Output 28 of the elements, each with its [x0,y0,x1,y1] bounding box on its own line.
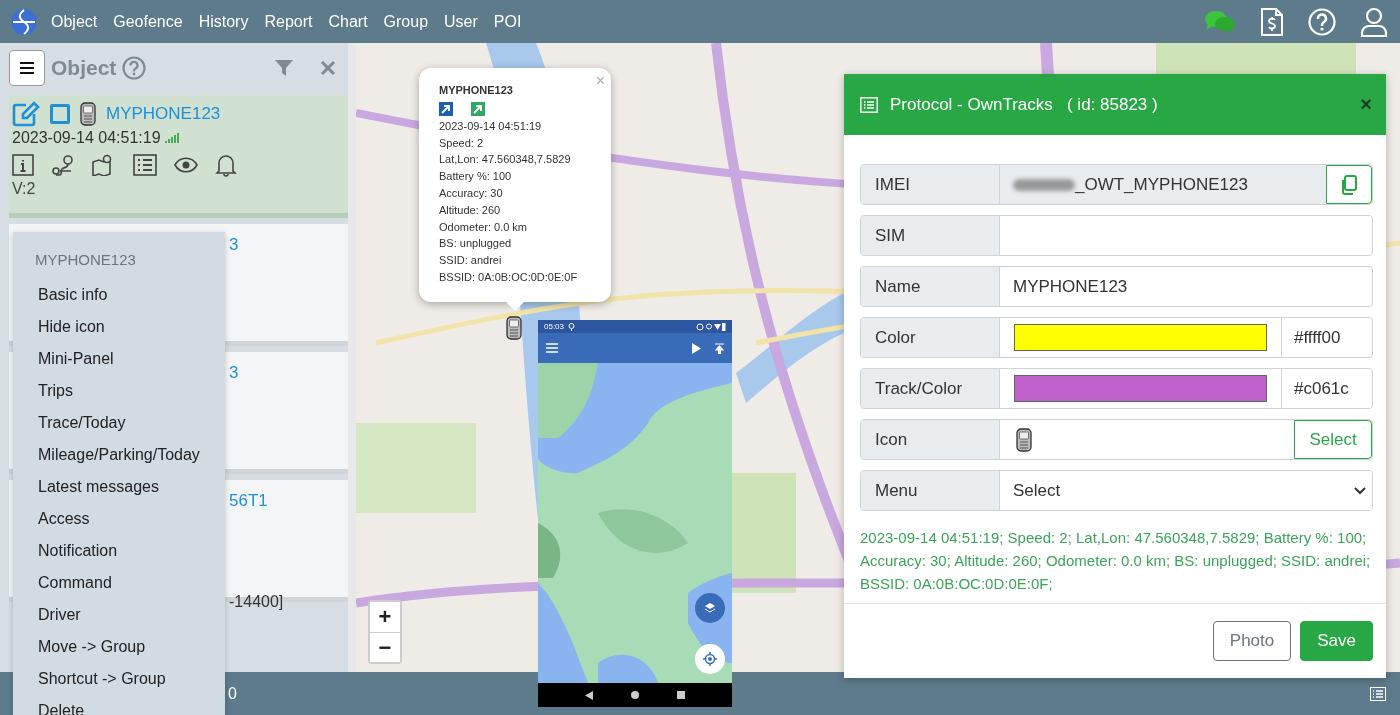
menu-item[interactable]: Latest messages [13,471,184,503]
menu-item[interactable]: Driver [13,599,106,631]
nav-menu-item[interactable]: Object [48,12,101,31]
object-card[interactable]: MYPHONE123 2023-09-14 04:51:19 V:2 [9,95,348,218]
nav-menu-item[interactable]: User [441,12,481,31]
menu-item[interactable]: Access [13,503,115,535]
menu-item[interactable]: Shortcut -> Group [13,663,191,695]
nav-menu-item[interactable]: Report [261,12,316,31]
nav-menu-item[interactable]: Chart [325,12,371,31]
nav-menu-item[interactable]: POI [490,12,525,31]
nav-menu-item[interactable]: Geofence [110,12,186,31]
object-version: V:2 [12,180,37,198]
menu-item[interactable]: Mini-Panel [13,343,139,375]
menu-item[interactable]: Mileage/Parking/Today [13,439,225,471]
menu-item[interactable]: Trace/Today [13,407,151,439]
menu-item[interactable]: Trips [13,375,98,407]
nav-menu-item[interactable]: Group [380,12,432,31]
menu-title: MYPHONE123 [34,250,137,270]
panel-title: Object [51,56,117,80]
menu-item[interactable]: Move -> Group [13,631,171,663]
menu-item[interactable]: Command [13,567,137,599]
nav-menu-item[interactable]: History [195,12,252,31]
status-text: 0 [228,684,237,703]
menu-item[interactable]: Notification [13,535,143,567]
menu-item[interactable]: Hide icon [13,311,130,343]
object-time: 2023-09-14 04:51:19 [12,129,161,147]
menu-item[interactable]: Basic info [13,279,133,311]
object-detail: -14400] [229,593,284,610]
